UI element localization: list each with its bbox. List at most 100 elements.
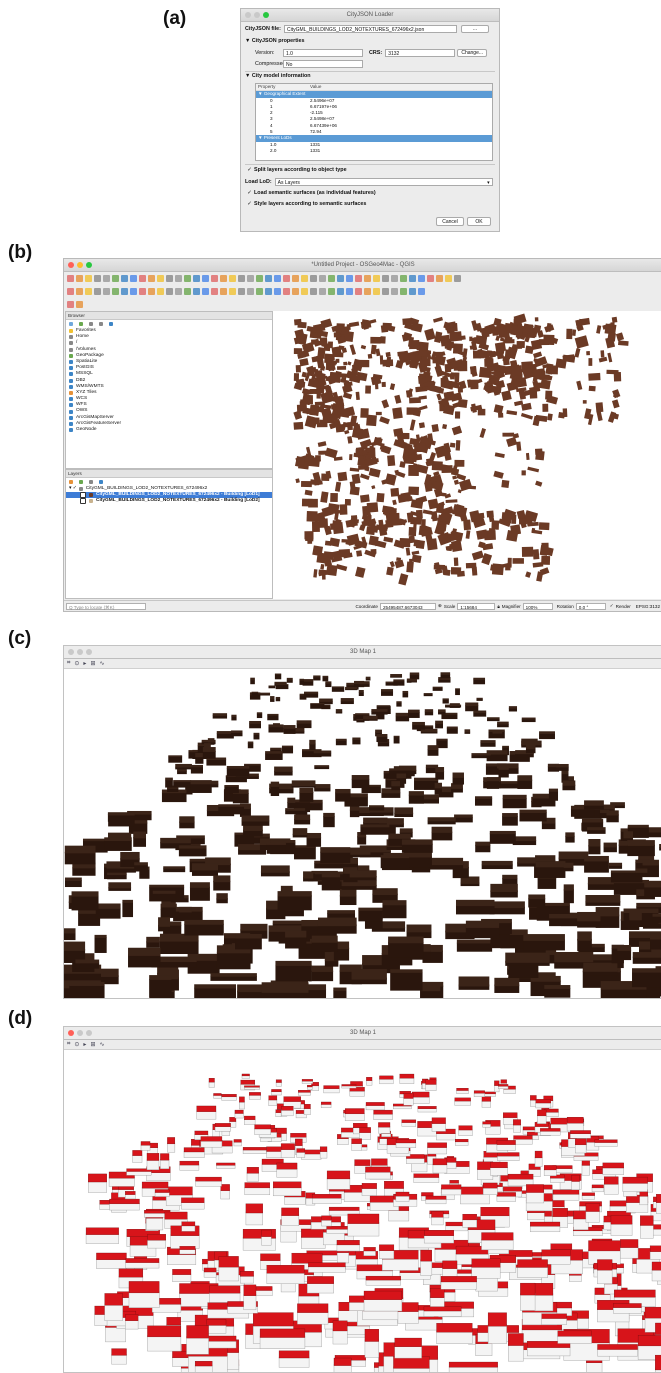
3d-scene-c[interactable]	[64, 669, 661, 998]
toolbar-tool-icon[interactable]	[148, 287, 155, 295]
toolbar-tool-icon[interactable]	[328, 287, 335, 295]
toolbar-tool-icon[interactable]	[121, 287, 128, 295]
toolbar-tool-icon[interactable]	[427, 274, 434, 282]
toolbar-tool-icon[interactable]	[211, 274, 218, 282]
animation-icon[interactable]: ▸	[83, 660, 86, 667]
toolbar-tool-icon[interactable]	[247, 274, 254, 282]
toolbar-tool-icon[interactable]	[382, 287, 389, 295]
minimize-icon[interactable]	[77, 1030, 83, 1036]
zoom-full-icon[interactable]: ⊙	[74, 1041, 79, 1048]
file-path-field[interactable]: CityGML_BUILDINGS_LOD2_NOTEXTURES_672496…	[283, 25, 457, 33]
toolbar-tool-icon[interactable]	[94, 274, 101, 282]
toolbar-tool-icon[interactable]	[67, 300, 74, 308]
toolbar-tool-icon[interactable]	[319, 274, 326, 282]
toolbar-tool-icon[interactable]	[130, 287, 137, 295]
toolbar-tool-icon[interactable]	[67, 287, 74, 295]
toolbar-tool-icon[interactable]	[112, 274, 119, 282]
toolbar-tool-icon[interactable]	[85, 274, 92, 282]
style-layers-checkbox[interactable]: ✓	[247, 201, 252, 207]
identify-icon[interactable]: ⊞	[90, 1041, 95, 1048]
city-model-section[interactable]: ▼ City model information	[245, 73, 311, 79]
toolbar-tool-icon[interactable]	[166, 274, 173, 282]
toolbar-tool-icon[interactable]	[175, 287, 182, 295]
toolbar-tool-icon[interactable]	[355, 287, 362, 295]
measure-icon[interactable]: ∿	[99, 660, 104, 667]
toolbar-tool-icon[interactable]	[256, 274, 263, 282]
toolbar-tool-icon[interactable]	[391, 287, 398, 295]
toolbar-tool-icon[interactable]	[364, 287, 371, 295]
toolbar-tool-icon[interactable]	[76, 274, 83, 282]
toolbar-tool-icon[interactable]	[103, 287, 110, 295]
lock-icon[interactable]: 🔒︎	[497, 604, 499, 609]
toolbar-tool-icon[interactable]	[337, 287, 344, 295]
load-lod-select[interactable]: As Layers ▾	[274, 178, 493, 186]
layer-checkbox[interactable]	[80, 498, 86, 505]
extent-icon[interactable]: ⊕	[438, 603, 442, 609]
toolbar-tool-icon[interactable]	[193, 287, 200, 295]
toolbar-tool-icon[interactable]	[283, 274, 290, 282]
close-icon[interactable]	[68, 649, 74, 655]
toolbar-tool-icon[interactable]	[418, 274, 425, 282]
toolbar-tool-icon[interactable]	[274, 274, 281, 282]
toolbar-tool-icon[interactable]	[202, 274, 209, 282]
toolbar-tool-icon[interactable]	[373, 274, 380, 282]
toolbar-tool-icon[interactable]	[283, 287, 290, 295]
toolbar-tool-icon[interactable]	[355, 274, 362, 282]
toolbar-tool-icon[interactable]	[211, 287, 218, 295]
toolbar-tool-icon[interactable]	[328, 274, 335, 282]
toolbar-tool-icon[interactable]	[130, 274, 137, 282]
toolbar-tool-icon[interactable]	[238, 274, 245, 282]
coordinate-field[interactable]: 25495487,6673043	[379, 602, 436, 610]
tree-header-property[interactable]: Property	[256, 84, 310, 90]
rotation-field[interactable]: 0.0 °	[575, 602, 606, 610]
toolbar-tool-icon[interactable]	[436, 274, 443, 282]
locate-search-input[interactable]: Q Type to locate (⌘K)	[66, 602, 146, 610]
toolbar-tool-icon[interactable]	[409, 274, 416, 282]
toolbar-tool-icon[interactable]	[373, 287, 380, 295]
zoom-icon[interactable]	[86, 649, 92, 655]
toolbar-tool-icon[interactable]	[121, 274, 128, 282]
toolbar-tool-icon[interactable]	[175, 274, 182, 282]
browser-item[interactable]: GeoNode	[69, 427, 272, 433]
map-canvas[interactable]	[273, 311, 661, 599]
tree-header-value[interactable]: Value	[310, 84, 321, 90]
add-group-icon[interactable]	[79, 480, 83, 484]
toolbar-tool-icon[interactable]	[409, 287, 416, 295]
refresh-icon[interactable]	[79, 322, 83, 326]
toolbar-tool-icon[interactable]	[292, 287, 299, 295]
toolbar-tool-icon[interactable]	[229, 274, 236, 282]
toolbar-tool-icon[interactable]	[310, 274, 317, 282]
close-icon[interactable]	[68, 1030, 74, 1036]
toolbar-tool-icon[interactable]	[76, 300, 83, 308]
measure-icon[interactable]: ∿	[99, 1041, 104, 1048]
city-model-tree[interactable]: Property Value ▼ Geographical Extent 0 2.5…	[255, 83, 493, 161]
scale-field[interactable]: 1:15684	[457, 602, 496, 610]
3d-scene-d[interactable]	[64, 1050, 661, 1372]
crs-button[interactable]: EPSG:3132	[636, 604, 660, 609]
toolbar-tool-icon[interactable]	[148, 274, 155, 282]
browse-button[interactable]: ...	[460, 25, 489, 33]
toolbar-tool-icon[interactable]	[76, 287, 83, 295]
toolbar-tool-icon[interactable]	[418, 287, 425, 295]
filter-icon[interactable]	[89, 480, 93, 484]
layer-row-lod2[interactable]: CityGML_BUILDINGS_LOD2_NOTEXTURES_672496…	[66, 498, 272, 505]
toolbar-tool-icon[interactable]	[202, 287, 209, 295]
toolbar-tool-icon[interactable]	[391, 274, 398, 282]
toolbar-tool-icon[interactable]	[445, 274, 452, 282]
toolbar-tool-icon[interactable]	[364, 274, 371, 282]
toolbar-tool-icon[interactable]	[166, 287, 173, 295]
magnifier-field[interactable]: 100%	[522, 602, 553, 610]
change-crs-button[interactable]: Change...	[457, 49, 488, 57]
toolbar-tool-icon[interactable]	[400, 274, 407, 282]
tree-row[interactable]: 2.0 1331	[256, 148, 492, 154]
animation-icon[interactable]: ▸	[83, 1041, 86, 1048]
toolbar-tool-icon[interactable]	[103, 274, 110, 282]
toolbar-tool-icon[interactable]	[139, 287, 146, 295]
collapse-icon[interactable]	[99, 322, 103, 326]
toolbar-tool-icon[interactable]	[346, 287, 353, 295]
toolbar-tool-icon[interactable]	[94, 287, 101, 295]
render-checkbox[interactable]: ✓	[610, 603, 614, 609]
close-icon[interactable]	[245, 12, 251, 18]
camera-icon[interactable]: ⌗	[67, 1041, 70, 1048]
toolbar-tool-icon[interactable]	[382, 274, 389, 282]
